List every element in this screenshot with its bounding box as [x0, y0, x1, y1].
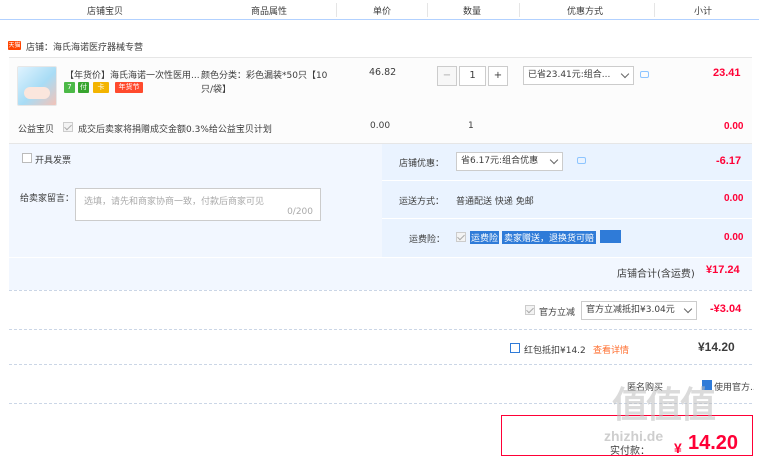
divider: [9, 364, 752, 365]
chevron-down-icon: [549, 155, 559, 165]
column-header: 店铺宝贝 商品属性 单价 数量 优惠方式 小计: [0, 0, 759, 20]
memo-char-count: 0/200: [287, 207, 313, 217]
shop-total-amount: ¥17.24: [706, 264, 740, 276]
divider: [427, 3, 428, 17]
redpacket-label: 红包抵扣¥14.2: [524, 346, 586, 356]
redpacket-detail-link[interactable]: 查看详情: [593, 343, 629, 356]
unit-price: 46.82: [369, 67, 397, 78]
shop-total-label: 店铺合计(含运费): [617, 269, 695, 280]
agree-label: 使用官方...: [714, 383, 754, 393]
item-promo-value: 已省23.41元:组合...: [528, 70, 611, 80]
insurance-highlight: [600, 230, 621, 243]
charity-subtotal: 0.00: [724, 121, 744, 132]
col-discount: 优惠方式: [567, 7, 604, 17]
memo-textarea[interactable]: 选填，请先和商家协商一致，付款后商家可见 0/200: [75, 188, 321, 221]
item-subtotal: 23.41: [713, 67, 741, 79]
shop-discount-value: 省6.17元:组合优惠: [461, 156, 539, 166]
quantity-minus-button[interactable]: −: [437, 66, 457, 86]
divider: [382, 180, 752, 181]
charity-checkbox[interactable]: [63, 122, 73, 132]
shop-discount-select[interactable]: 省6.17元:组合优惠: [456, 152, 563, 171]
shipping-label: 运送方式：: [399, 197, 445, 207]
official-discount-amount: -¥3.04: [710, 303, 742, 315]
charity-text: 成交后卖家将捐赠成交金额0.3%给公益宝贝计划: [78, 125, 272, 135]
product-thumbnail[interactable]: [17, 66, 57, 106]
redpacket-amount: ¥14.20: [698, 340, 735, 354]
chat-icon[interactable]: [640, 71, 649, 78]
divider: [654, 3, 655, 17]
item-promo-select[interactable]: 已省23.41元:组合...: [523, 66, 634, 85]
charity-qty: 1: [468, 121, 474, 131]
redpacket-checkbox[interactable]: [510, 343, 520, 353]
shop-discount-amount: -6.17: [716, 155, 742, 167]
memo-label: 给卖家留言：: [20, 194, 75, 204]
col-attributes: 商品属性: [251, 7, 288, 17]
insurance-name: 运费险: [470, 231, 500, 244]
official-discount-checkbox[interactable]: [525, 305, 535, 315]
col-quantity: 数量: [463, 7, 482, 17]
shop-discount-label: 店铺优惠：: [399, 159, 445, 169]
pay-currency: ¥: [674, 440, 682, 456]
divider: [336, 3, 337, 17]
charity-label: 公益宝贝: [18, 125, 55, 135]
charity-price: 0.00: [370, 121, 391, 131]
tmall-shop-icon: 天猫: [8, 41, 21, 50]
divider: [519, 3, 520, 17]
insurance-checkbox[interactable]: [456, 232, 466, 242]
official-discount-value: 官方立减抵扣¥3.04元: [586, 305, 675, 315]
col-price: 单价: [373, 7, 392, 17]
shop-name-link[interactable]: 店铺：海氏海诺医疗器械专营: [26, 40, 143, 53]
watermark-logo: 值值值: [612, 384, 716, 425]
seven-day-return-icon: 7: [64, 82, 75, 93]
shipping-method: 普通配送 快递 免邮: [456, 197, 534, 207]
col-subtotal: 小计: [694, 7, 713, 17]
divider: [9, 257, 752, 258]
chevron-down-icon: [620, 69, 630, 79]
insurance-label: 运费险：: [409, 235, 446, 245]
chevron-down-icon: [683, 304, 693, 314]
divider: [382, 218, 752, 219]
chat-icon[interactable]: [577, 157, 586, 164]
invoice-label: 开具发票: [35, 156, 72, 166]
official-discount-label: 官方立减: [539, 308, 576, 318]
divider: [9, 290, 752, 291]
official-discount-select[interactable]: 官方立减抵扣¥3.04元: [581, 301, 697, 320]
quantity-plus-button[interactable]: +: [488, 66, 508, 86]
divider: [9, 329, 752, 330]
product-title-link[interactable]: 【年货价】海氏海诺一次性医用...: [65, 68, 200, 81]
insurance-amount: 0.00: [724, 232, 744, 243]
watermark-url: zhizhi.de: [604, 428, 664, 444]
payment-guarantee-icon: 付: [78, 82, 89, 93]
credit-card-icon: 卡: [93, 82, 109, 93]
shipping-amount: 0.00: [724, 193, 744, 204]
new-year-festival-badge: 年货节: [115, 82, 143, 93]
insurance-desc: 卖家赠送，退换货可赔: [502, 231, 597, 244]
pay-amount: 14.20: [688, 432, 739, 454]
memo-placeholder: 选填，请先和商家协商一致，付款后商家可见: [84, 197, 265, 207]
product-sku-line1: 颜色分类：彩色漏装*50只【10: [201, 71, 328, 81]
pay-label: 实付款：: [610, 446, 650, 456]
col-shop-items: 店铺宝贝: [87, 7, 124, 17]
invoice-checkbox[interactable]: [22, 153, 32, 163]
quantity-input[interactable]: 1: [459, 66, 486, 86]
product-sku-line2: 只/袋】: [201, 85, 232, 95]
